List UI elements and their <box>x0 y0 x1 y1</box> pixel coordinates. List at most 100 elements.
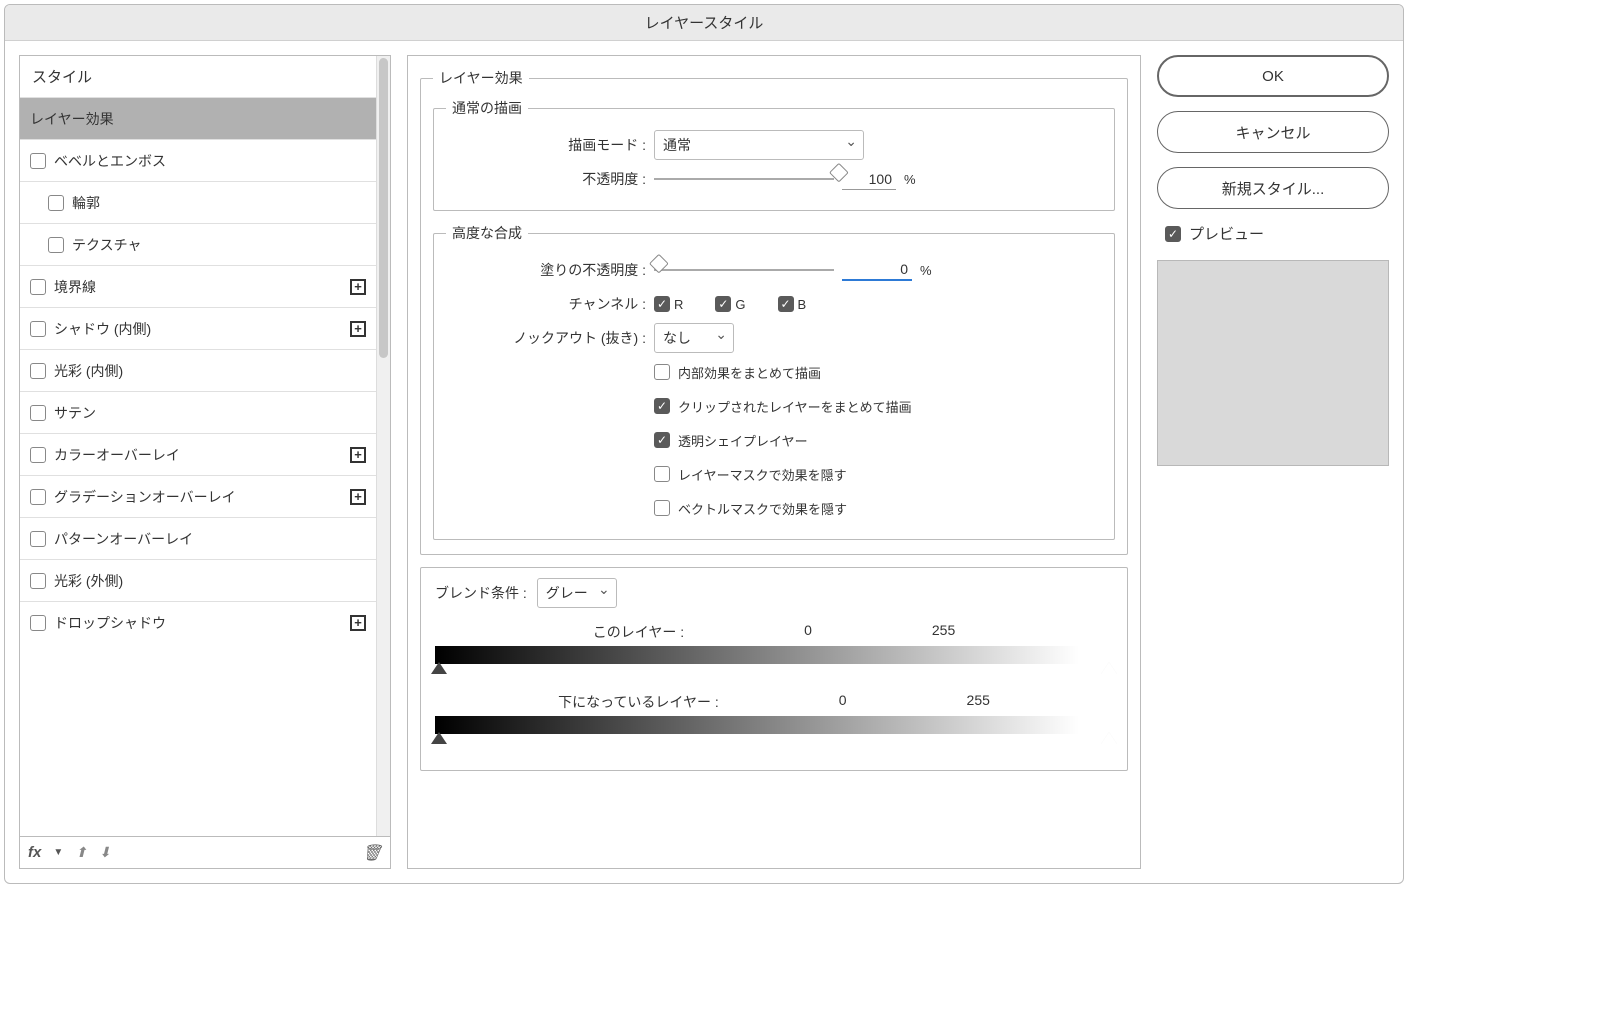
blend-if-label: ブレンド条件 : <box>435 583 527 603</box>
style-checkbox[interactable] <box>30 615 46 631</box>
preview-checkbox[interactable] <box>1165 226 1181 242</box>
under-layer-high: 255 <box>967 692 990 712</box>
style-checkbox[interactable] <box>30 447 46 463</box>
add-effect-icon[interactable]: + <box>350 321 366 337</box>
channel-r-label: R <box>674 297 683 312</box>
fx-dropdown-icon[interactable]: ▼ <box>53 847 63 858</box>
opt-internal-checkbox[interactable] <box>654 364 670 380</box>
style-label: シャドウ (内側) <box>54 319 151 339</box>
opacity-unit: % <box>904 172 916 187</box>
style-checkbox[interactable] <box>30 489 46 505</box>
opt-vectormask-checkbox[interactable] <box>654 500 670 516</box>
style-checkbox[interactable] <box>30 363 46 379</box>
fill-opacity-unit: % <box>920 263 932 278</box>
style-row[interactable]: カラーオーバーレイ + <box>20 433 376 475</box>
this-layer-handle-light[interactable] <box>1101 662 1117 674</box>
opt-layermask-checkbox[interactable] <box>654 466 670 482</box>
style-row[interactable]: 光彩 (内側) <box>20 349 376 391</box>
knockout-select[interactable]: なし <box>654 323 734 353</box>
style-row[interactable]: テクスチャ <box>20 223 376 265</box>
normal-draw-fieldset: 通常の描画 描画モード : 通常 不透明度 : 100 % <box>433 98 1115 211</box>
preview-label: プレビュー <box>1189 223 1264 244</box>
layer-style-dialog: レイヤースタイル スタイルレイヤー効果ベベルとエンボス輪郭テクスチャ境界線+シャ… <box>4 4 1404 884</box>
advanced-fieldset: 高度な合成 塗りの不透明度 : 0 % チャンネル : R G B ノッ <box>433 223 1115 540</box>
under-layer-handle-light[interactable] <box>1101 732 1117 744</box>
layer-effects-legend: レイヤー効果 <box>433 68 529 88</box>
this-layer-handle-dark[interactable] <box>431 662 447 674</box>
opt-internal-label: 内部効果をまとめて描画 <box>678 363 821 382</box>
advanced-legend: 高度な合成 <box>446 223 528 243</box>
add-effect-icon[interactable]: + <box>350 489 366 505</box>
style-checkbox[interactable] <box>30 405 46 421</box>
style-label: サテン <box>54 403 96 423</box>
style-label: ドロップシャドウ <box>54 613 166 633</box>
preview-thumbnail <box>1157 260 1389 466</box>
style-checkbox[interactable] <box>30 573 46 589</box>
style-row[interactable]: 光彩 (外側) <box>20 559 376 601</box>
fill-opacity-slider[interactable] <box>654 269 834 271</box>
style-label: テクスチャ <box>72 235 141 255</box>
add-effect-icon[interactable]: + <box>350 279 366 295</box>
blend-mode-label: 描画モード : <box>446 135 646 155</box>
style-row[interactable]: サテン <box>20 391 376 433</box>
under-layer-label: 下になっているレイヤー : <box>558 692 719 712</box>
styles-scrollbar[interactable] <box>376 56 390 836</box>
style-checkbox[interactable] <box>30 531 46 547</box>
style-row[interactable]: ベベルとエンボス <box>20 139 376 181</box>
style-row[interactable]: グラデーションオーバーレイ + <box>20 475 376 517</box>
trash-icon[interactable]: 🗑 <box>362 843 382 863</box>
style-row[interactable]: ドロップシャドウ + <box>20 601 376 643</box>
style-row[interactable]: 輪郭 <box>20 181 376 223</box>
right-column: OK キャンセル 新規スタイル... プレビュー <box>1157 55 1389 869</box>
channel-r-checkbox[interactable] <box>654 296 670 312</box>
opacity-slider[interactable] <box>654 178 834 180</box>
styles-sidebar: スタイルレイヤー効果ベベルとエンボス輪郭テクスチャ境界線+シャドウ (内側)+光… <box>19 55 391 869</box>
style-label: 光彩 (外側) <box>54 571 123 591</box>
style-checkbox[interactable] <box>30 153 46 169</box>
fill-opacity-label: 塗りの不透明度 : <box>446 260 646 280</box>
style-row[interactable]: パターンオーバーレイ <box>20 517 376 559</box>
cancel-button[interactable]: キャンセル <box>1157 111 1389 153</box>
style-label: レイヤー効果 <box>30 109 114 129</box>
dialog-title: レイヤースタイル <box>5 5 1403 41</box>
channel-g-checkbox[interactable] <box>715 296 731 312</box>
blend-if-channel-select[interactable]: グレー <box>537 578 617 608</box>
opacity-label: 不透明度 : <box>446 169 646 189</box>
style-checkbox[interactable] <box>48 237 64 253</box>
style-label: グラデーションオーバーレイ <box>54 487 236 507</box>
fill-opacity-value[interactable]: 0 <box>842 259 912 281</box>
fx-menu-icon[interactable]: fx <box>28 844 41 861</box>
style-checkbox[interactable] <box>30 321 46 337</box>
channel-b-checkbox[interactable] <box>778 296 794 312</box>
new-style-button[interactable]: 新規スタイル... <box>1157 167 1389 209</box>
channel-b-label: B <box>798 297 807 312</box>
opacity-value[interactable]: 100 <box>842 169 896 190</box>
opt-clip-checkbox[interactable] <box>654 398 670 414</box>
blend-mode-select[interactable]: 通常 <box>654 130 864 160</box>
under-layer-gradient[interactable] <box>435 716 1113 734</box>
add-effect-icon[interactable]: + <box>350 447 366 463</box>
style-checkbox[interactable] <box>30 279 46 295</box>
opt-vectormask-label: ベクトルマスクで効果を隠す <box>678 499 847 518</box>
ok-button[interactable]: OK <box>1157 55 1389 97</box>
style-checkbox[interactable] <box>48 195 64 211</box>
slider-thumb-icon[interactable] <box>649 254 669 274</box>
style-row[interactable]: レイヤー効果 <box>20 97 376 139</box>
move-down-icon[interactable]: ⬇ <box>99 844 111 861</box>
add-effect-icon[interactable]: + <box>350 615 366 631</box>
scrollbar-thumb[interactable] <box>379 58 388 358</box>
style-row[interactable]: 境界線+ <box>20 265 376 307</box>
style-row[interactable]: シャドウ (内側) + <box>20 307 376 349</box>
style-label: 輪郭 <box>72 193 100 213</box>
this-layer-high: 255 <box>932 622 955 642</box>
under-layer-handle-dark[interactable] <box>431 732 447 744</box>
this-layer-gradient[interactable] <box>435 646 1113 664</box>
this-layer-label: このレイヤー : <box>593 622 684 642</box>
move-up-icon[interactable]: ⬆ <box>75 844 87 861</box>
style-label: 光彩 (内側) <box>54 361 123 381</box>
this-layer-low: 0 <box>804 622 812 642</box>
channel-g-label: G <box>735 297 745 312</box>
style-label: カラーオーバーレイ <box>54 445 180 465</box>
opt-trans-checkbox[interactable] <box>654 432 670 448</box>
style-label: パターンオーバーレイ <box>54 529 193 549</box>
